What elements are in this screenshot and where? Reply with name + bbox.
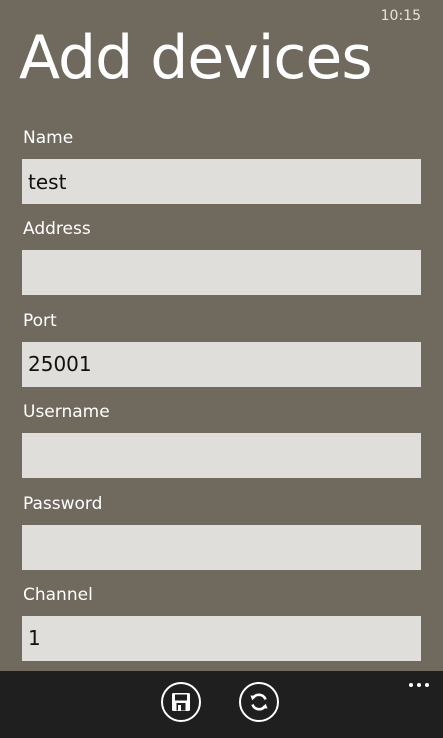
app-bar bbox=[0, 671, 443, 738]
channel-input[interactable] bbox=[22, 615, 421, 661]
more-dots-icon bbox=[409, 683, 413, 687]
name-label: Name bbox=[23, 128, 74, 148]
save-button[interactable] bbox=[161, 682, 201, 722]
refresh-icon bbox=[250, 693, 268, 711]
address-input[interactable] bbox=[22, 250, 421, 296]
screen: 10:15 Add devices Name Address Port User… bbox=[0, 0, 443, 738]
channel-label: Channel bbox=[23, 584, 93, 605]
status-bar-time: 10:15 bbox=[380, 8, 421, 24]
username-field: Username bbox=[22, 398, 421, 489]
port-label: Port bbox=[23, 310, 57, 331]
more-dots-icon bbox=[425, 683, 429, 687]
username-label: Username bbox=[23, 402, 110, 423]
more-dots-icon bbox=[417, 683, 421, 687]
page-title: Add devices bbox=[19, 23, 373, 93]
address-field: Address bbox=[22, 215, 421, 306]
username-input[interactable] bbox=[22, 433, 421, 479]
channel-field: Channel bbox=[22, 581, 421, 672]
refresh-button[interactable] bbox=[239, 682, 279, 722]
address-label: Address bbox=[23, 219, 91, 240]
password-label: Password bbox=[23, 493, 103, 514]
more-options-button[interactable] bbox=[407, 681, 431, 689]
password-input[interactable] bbox=[22, 524, 421, 570]
save-icon bbox=[172, 693, 190, 711]
password-field: Password bbox=[22, 490, 421, 581]
port-input[interactable] bbox=[22, 341, 421, 387]
port-field: Port bbox=[22, 307, 421, 398]
device-form: Name Address Port Username Password Chan… bbox=[22, 124, 421, 672]
name-field: Name bbox=[22, 124, 421, 215]
name-input[interactable] bbox=[22, 159, 421, 204]
